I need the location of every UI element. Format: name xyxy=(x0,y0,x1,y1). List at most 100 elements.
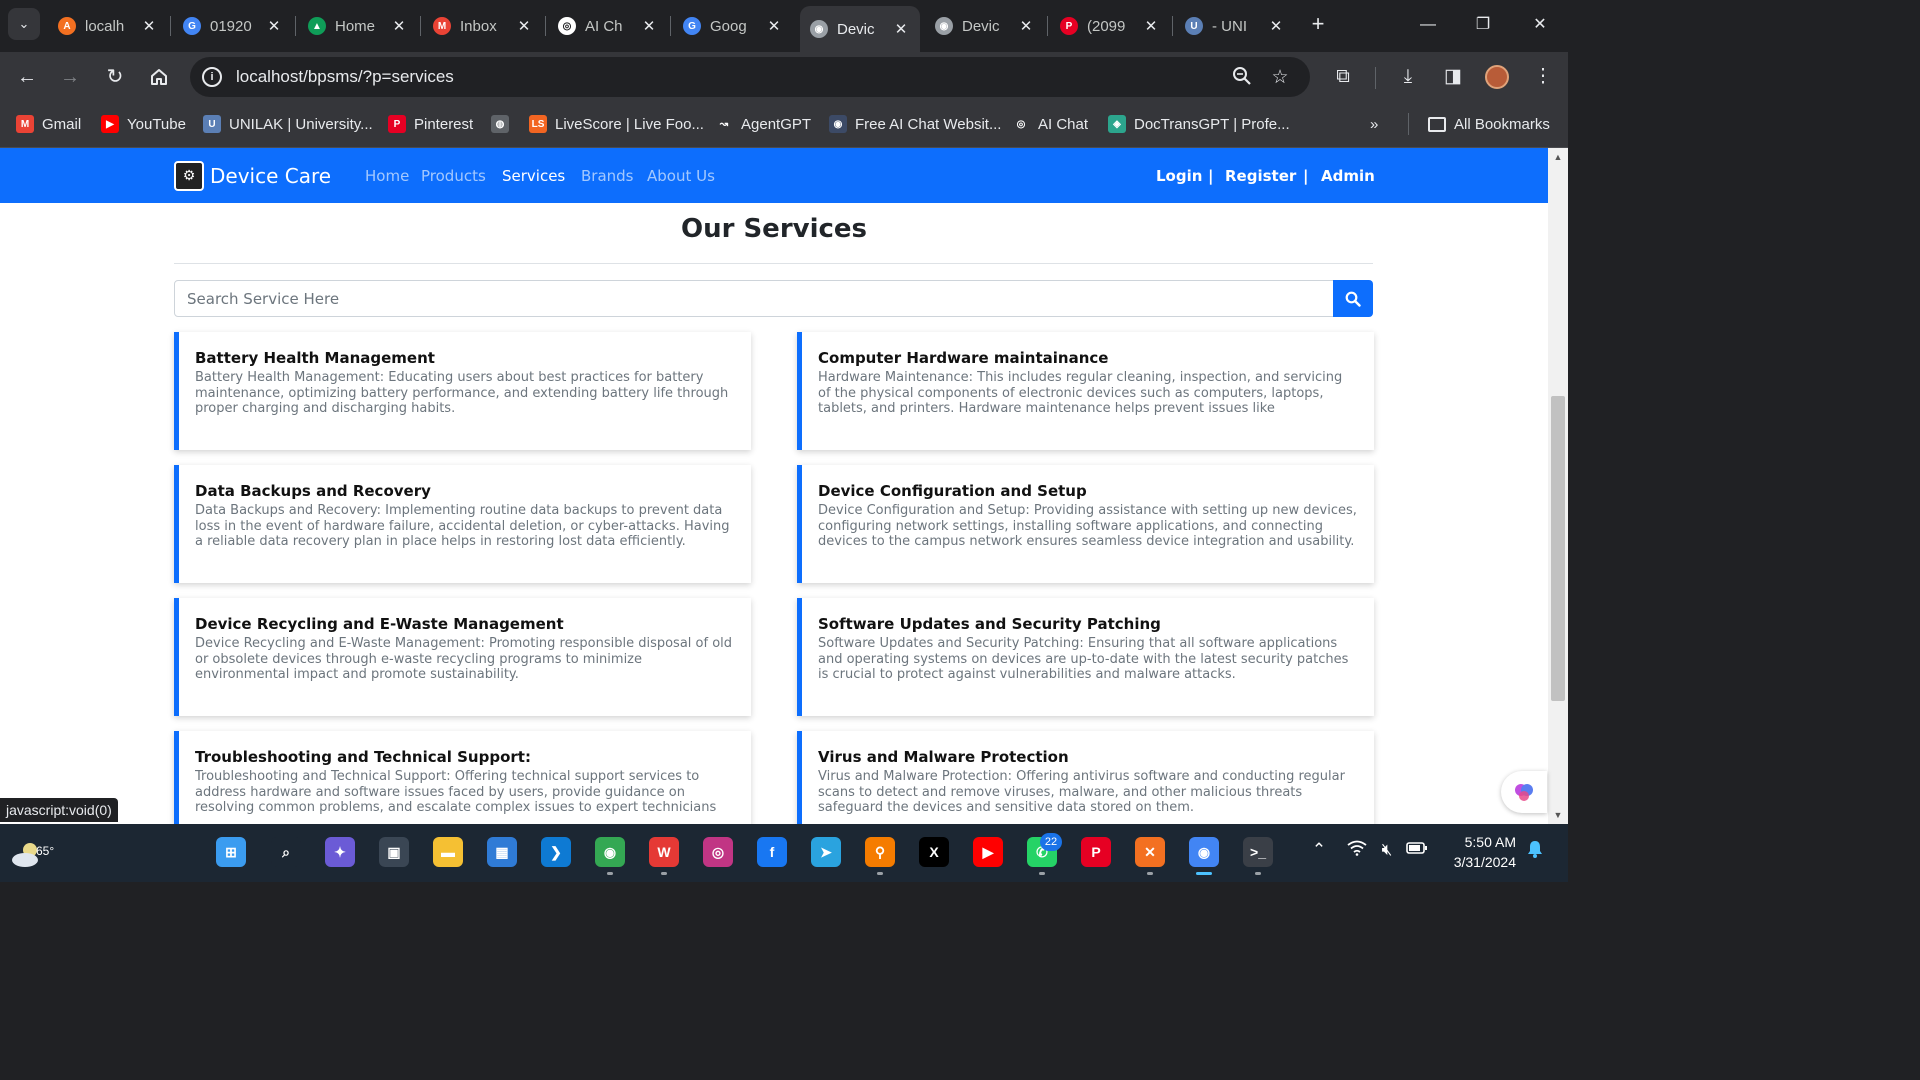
close-tab-icon[interactable]: ✕ xyxy=(390,17,408,35)
nav-link-brands[interactable]: Brands xyxy=(581,167,634,185)
service-card[interactable]: Battery Health Management Battery Health … xyxy=(174,332,751,450)
browser-tab[interactable]: ◉ Devic ✕ xyxy=(800,6,920,52)
service-card[interactable]: Software Updates and Security Patching So… xyxy=(797,598,1374,716)
battery-icon[interactable] xyxy=(1406,840,1428,860)
download-icon[interactable]: ⤓ xyxy=(1395,64,1421,90)
bookmark-item[interactable]: M Gmail xyxy=(16,113,81,135)
search-tool-icon[interactable]: ⚲ xyxy=(865,837,895,867)
close-tab-icon[interactable]: ✕ xyxy=(140,17,158,35)
browser-tab[interactable]: U - UNI ✕ xyxy=(1175,6,1295,46)
scrollbar-thumb[interactable] xyxy=(1551,396,1565,701)
login-link[interactable]: Login xyxy=(1156,167,1202,185)
nav-link-about-us[interactable]: About Us xyxy=(647,167,715,185)
bookmark-item[interactable]: P Pinterest xyxy=(388,113,473,135)
browser-tab[interactable]: ◎ AI Ch ✕ xyxy=(548,6,668,46)
close-tab-icon[interactable]: ✕ xyxy=(265,17,283,35)
browser-tab[interactable]: Alocalh ✕ xyxy=(48,6,168,46)
bookmark-star-icon[interactable]: ☆ xyxy=(1268,66,1292,90)
bookmark-item[interactable]: ◉ Free AI Chat Websit... xyxy=(829,113,1001,135)
site-info-icon[interactable]: i xyxy=(202,67,222,87)
profile-avatar[interactable] xyxy=(1485,65,1509,89)
close-tab-icon[interactable]: ✕ xyxy=(1142,17,1160,35)
minimize-button[interactable]: — xyxy=(1410,10,1446,40)
all-bookmarks-button[interactable]: All Bookmarks xyxy=(1428,113,1550,135)
bookmark-item[interactable]: ▶ YouTube xyxy=(101,113,186,135)
scroll-down-arrow-icon[interactable]: ▼ xyxy=(1553,810,1563,820)
close-tab-icon[interactable]: ✕ xyxy=(892,20,910,38)
extensions-icon[interactable]: ⧉ xyxy=(1330,64,1356,90)
more-bookmarks-button[interactable]: » xyxy=(1370,113,1378,135)
browser-tab[interactable]: ◉ Devic ✕ xyxy=(925,6,1045,46)
instagram-icon[interactable]: ◎ xyxy=(703,837,733,867)
wifi-icon[interactable] xyxy=(1346,840,1368,861)
browser-tab[interactable]: P (2099 ✕ xyxy=(1050,6,1170,46)
bookmark-item[interactable]: ◈ DocTransGPT | Profe... xyxy=(1108,113,1290,135)
search-icon[interactable]: ⌕ xyxy=(271,837,301,867)
chevron-up-icon[interactable]: ⌃ xyxy=(1308,840,1330,860)
facebook-icon[interactable]: f xyxy=(757,837,787,867)
chrome-icon[interactable]: ◉ xyxy=(595,837,625,867)
brand-logo-icon[interactable]: ⚙ xyxy=(174,161,204,191)
restore-button[interactable]: ❐ xyxy=(1465,10,1501,40)
nav-link-products[interactable]: Products xyxy=(421,167,486,185)
service-card[interactable]: Device Configuration and Setup Device Con… xyxy=(797,465,1374,583)
new-tab-button[interactable]: + xyxy=(1305,12,1331,38)
service-card[interactable]: Data Backups and Recovery Data Backups an… xyxy=(174,465,751,583)
weather-widget[interactable]: 65° xyxy=(10,834,60,872)
forward-button[interactable]: → xyxy=(55,62,85,92)
close-window-button[interactable]: ✕ xyxy=(1522,10,1558,40)
close-tab-icon[interactable]: ✕ xyxy=(1267,17,1285,35)
pinterest-icon[interactable]: P xyxy=(1081,837,1111,867)
windows-start-icon[interactable]: ⊞ xyxy=(216,837,246,867)
copilot-icon[interactable]: ✦ xyxy=(325,837,355,867)
close-tab-icon[interactable]: ✕ xyxy=(515,17,533,35)
file-explorer-icon[interactable]: ▬ xyxy=(433,837,463,867)
browser-tab[interactable]: M Inbox ✕ xyxy=(423,6,543,46)
nav-link-home[interactable]: Home xyxy=(365,167,409,185)
address-bar[interactable]: i localhost/bpsms/?p=services ☆ xyxy=(190,57,1310,97)
notification-bell-icon[interactable] xyxy=(1524,840,1546,863)
service-card[interactable]: Device Recycling and E-Waste Management D… xyxy=(174,598,751,716)
browser-tab[interactable]: ▲ Home ✕ xyxy=(298,6,418,46)
close-tab-icon[interactable]: ✕ xyxy=(765,17,783,35)
clock-date[interactable]: 3/31/2024 xyxy=(1440,854,1516,870)
clock-time[interactable]: 5:50 AM xyxy=(1440,834,1516,850)
more-menu-icon[interactable]: ⋮ xyxy=(1530,64,1556,90)
browser-tab[interactable]: G Goog ✕ xyxy=(673,6,793,46)
back-button[interactable]: ← xyxy=(12,62,42,92)
register-link[interactable]: Register xyxy=(1225,167,1296,185)
vscode-icon[interactable]: ❯ xyxy=(541,837,571,867)
xampp-icon[interactable]: ✕ xyxy=(1135,837,1165,867)
bookmark-item[interactable]: ◎ AI Chat xyxy=(1012,113,1088,135)
telegram-icon[interactable]: ➤ xyxy=(811,837,841,867)
side-panel-icon[interactable]: ◨ xyxy=(1440,64,1466,90)
terminal-icon[interactable]: >_ xyxy=(1243,837,1273,867)
close-tab-icon[interactable]: ✕ xyxy=(1017,17,1035,35)
address-bar-url[interactable]: localhost/bpsms/?p=services xyxy=(236,67,454,87)
browser-tab[interactable]: G 01920 ✕ xyxy=(173,6,293,46)
tab-search-button[interactable]: ⌄ xyxy=(8,8,40,40)
brand-name[interactable]: Device Care xyxy=(210,164,331,188)
service-card[interactable]: Troubleshooting and Technical Support: Tr… xyxy=(174,731,751,824)
service-card[interactable]: Computer Hardware maintainance Hardware M… xyxy=(797,332,1374,450)
reload-button[interactable]: ↻ xyxy=(100,62,130,92)
youtube-icon[interactable]: ▶ xyxy=(973,837,1003,867)
admin-link[interactable]: Admin xyxy=(1321,167,1375,185)
bookmark-item[interactable]: ↝ AgentGPT xyxy=(715,113,811,135)
page-scrollbar[interactable]: ▲ ▼ xyxy=(1548,148,1568,824)
scroll-up-arrow-icon[interactable]: ▲ xyxy=(1553,152,1563,162)
bookmark-item[interactable]: LS LiveScore | Live Foo... xyxy=(529,113,704,135)
x-icon[interactable]: X xyxy=(919,837,949,867)
zoom-icon[interactable] xyxy=(1230,66,1254,90)
bookmark-item[interactable]: ◍ xyxy=(491,113,517,135)
close-tab-icon[interactable]: ✕ xyxy=(640,17,658,35)
nav-link-services[interactable]: Services xyxy=(502,167,565,185)
service-card[interactable]: Virus and Malware Protection Virus and Ma… xyxy=(797,731,1374,824)
microsoft-store-icon[interactable]: ▦ xyxy=(487,837,517,867)
bookmark-item[interactable]: U UNILAK | University... xyxy=(203,113,373,135)
floating-assistant-button[interactable] xyxy=(1501,771,1547,813)
search-button[interactable] xyxy=(1333,280,1373,317)
task-view-icon[interactable]: ▣ xyxy=(379,837,409,867)
home-button[interactable] xyxy=(144,62,174,92)
wps-office-icon[interactable]: W xyxy=(649,837,679,867)
